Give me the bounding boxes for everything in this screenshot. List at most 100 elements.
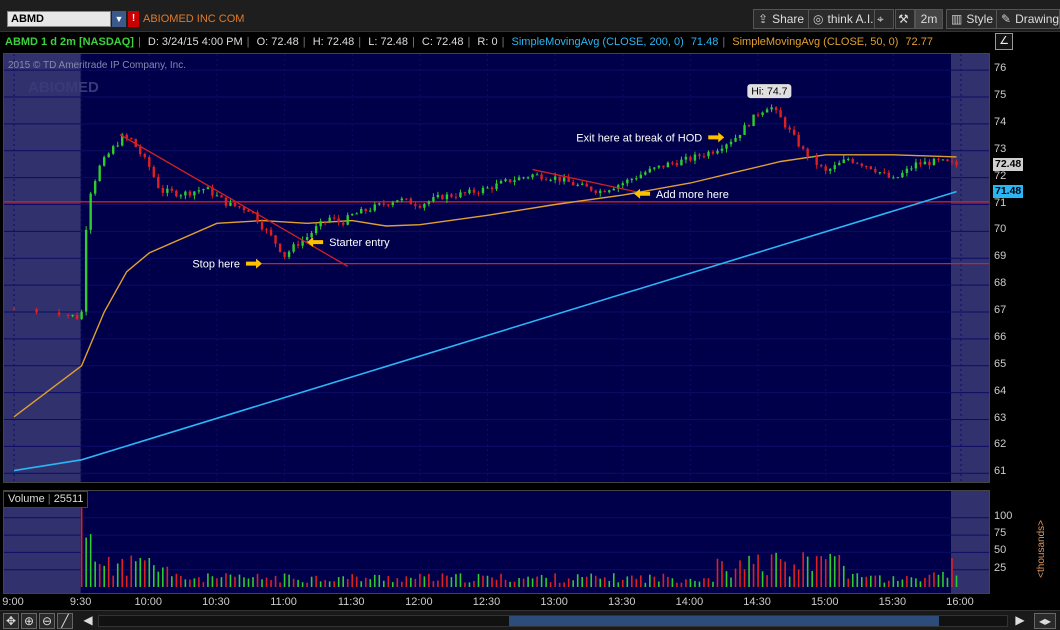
- time-tick-label: 11:00: [270, 596, 297, 608]
- time-tick-label: 14:30: [743, 596, 771, 608]
- candle-body: [779, 110, 782, 118]
- time-tick-label: 11:30: [337, 596, 365, 608]
- candle-body: [296, 244, 300, 246]
- candle-body: [486, 187, 489, 189]
- time-tick-label: 10:00: [134, 596, 163, 608]
- candle-body: [441, 195, 444, 200]
- candle-body: [197, 190, 201, 192]
- candle-body: [797, 134, 800, 147]
- time-scrollbar[interactable]: [98, 615, 1008, 627]
- volume-study-label[interactable]: Volume | 25511: [3, 491, 89, 508]
- candle-body: [883, 172, 886, 174]
- candle-body: [585, 183, 588, 187]
- chart-type-toggle[interactable]: ∠: [995, 33, 1013, 50]
- candle-body: [360, 208, 363, 214]
- candle-body: [66, 314, 70, 316]
- candle-body: [80, 311, 83, 320]
- candle-body: [684, 156, 688, 160]
- drawings-button[interactable]: ✎Drawings: [996, 9, 1060, 29]
- scroll-left-button[interactable]: ◀: [80, 613, 96, 629]
- candle-body: [847, 159, 850, 161]
- candle-body: [752, 114, 755, 127]
- candle-body: [278, 243, 282, 252]
- candle-body: [630, 178, 634, 180]
- scrollbar-thumb[interactable]: [509, 616, 939, 626]
- candle-body: [287, 251, 291, 257]
- price-tick-label: 75: [994, 89, 1007, 101]
- candle-body: [184, 191, 187, 196]
- style-button[interactable]: ▥ Style: [946, 9, 999, 29]
- candle-body: [332, 217, 336, 219]
- think-ai-button[interactable]: ◎ think A.I.: [808, 9, 879, 29]
- candle-body: [314, 226, 318, 234]
- candle-body: [689, 156, 692, 161]
- candle-body: [544, 179, 548, 181]
- scroll-right-button[interactable]: ▶: [1012, 613, 1028, 629]
- candle-body: [481, 187, 485, 194]
- hod-label: Hi: 74.7: [751, 86, 787, 98]
- symbol-input[interactable]: ABMD: [7, 11, 111, 27]
- price-plot[interactable]: 2015 © TD Ameritrade IP Company, Inc. ABI…: [3, 53, 990, 483]
- candle-body: [247, 210, 250, 212]
- candle-body: [535, 174, 539, 176]
- candle-body: [824, 166, 827, 171]
- annotation: Stop here: [192, 258, 263, 271]
- sma200-study-label[interactable]: SimpleMovingAvg (CLOSE, 200, 0): [512, 36, 684, 48]
- candle-body: [648, 168, 652, 173]
- time-tick-label: 10:30: [202, 596, 230, 608]
- share-icon: ⇪: [758, 12, 769, 26]
- candle-body: [202, 189, 205, 191]
- pan-button[interactable]: ✥: [3, 613, 19, 629]
- sma50-study-label[interactable]: SimpleMovingAvg (CLOSE, 50, 0): [732, 36, 898, 48]
- candle-body: [93, 181, 97, 194]
- think-ai-icon: ◎: [813, 12, 824, 26]
- sma50-study-value: 72.77: [905, 36, 933, 48]
- candle-body: [274, 235, 277, 244]
- candle-body: [152, 166, 155, 177]
- sma50-line: [13, 154, 957, 418]
- volume-plot[interactable]: [3, 490, 990, 594]
- price-tick-label: 74: [994, 115, 1007, 128]
- alert-flag-icon[interactable]: !: [128, 11, 139, 27]
- candle-body: [436, 195, 440, 198]
- think-ai-label: think A.I.: [827, 12, 874, 26]
- candle-body: [531, 174, 534, 178]
- chart-symbol-label[interactable]: ABMD 1 d 2m [NASDAQ]: [5, 36, 134, 48]
- candle-body: [526, 177, 530, 179]
- share-label: Share: [772, 12, 805, 26]
- share-button[interactable]: ⇪ Share: [753, 9, 810, 29]
- line-chart-icon: ∠: [999, 35, 1009, 47]
- crosshair-button[interactable]: ⌖: [874, 9, 894, 29]
- settings-button[interactable]: ⚒: [895, 9, 915, 29]
- draw-line-button[interactable]: ╱: [57, 613, 73, 629]
- price-tick-label: 63: [994, 411, 1007, 424]
- candle-body: [603, 190, 606, 193]
- candle-body: [224, 197, 228, 206]
- candle-body: [765, 109, 769, 113]
- expand-button[interactable]: ◂▸: [1034, 613, 1056, 629]
- candle-body: [865, 165, 868, 167]
- candle-body: [319, 221, 322, 227]
- candle-body: [833, 165, 836, 170]
- candle-body: [75, 314, 79, 320]
- time-tick-label: 14:00: [675, 596, 704, 608]
- candle-body: [946, 159, 949, 162]
- candle-body: [508, 179, 512, 183]
- zoom-in-button[interactable]: ⊕: [21, 613, 37, 629]
- candle-body: [242, 207, 246, 211]
- candle-body: [517, 177, 521, 181]
- volume-value: 25511: [53, 493, 84, 505]
- zoom-out-button[interactable]: ⊖: [39, 613, 55, 629]
- candle-body: [157, 176, 160, 188]
- candle-body: [265, 229, 268, 231]
- candle-body: [761, 112, 764, 115]
- timeframe-button[interactable]: 2m: [915, 9, 943, 29]
- candle-body: [738, 134, 742, 139]
- symbol-dropdown-icon[interactable]: ▼: [112, 11, 126, 27]
- candle-body: [238, 206, 241, 208]
- time-tick-label: 9:30: [69, 596, 92, 608]
- candle-body: [941, 159, 945, 161]
- annotation-text: Add more here: [656, 189, 729, 201]
- candle-body: [910, 168, 913, 170]
- candle-body: [116, 145, 119, 147]
